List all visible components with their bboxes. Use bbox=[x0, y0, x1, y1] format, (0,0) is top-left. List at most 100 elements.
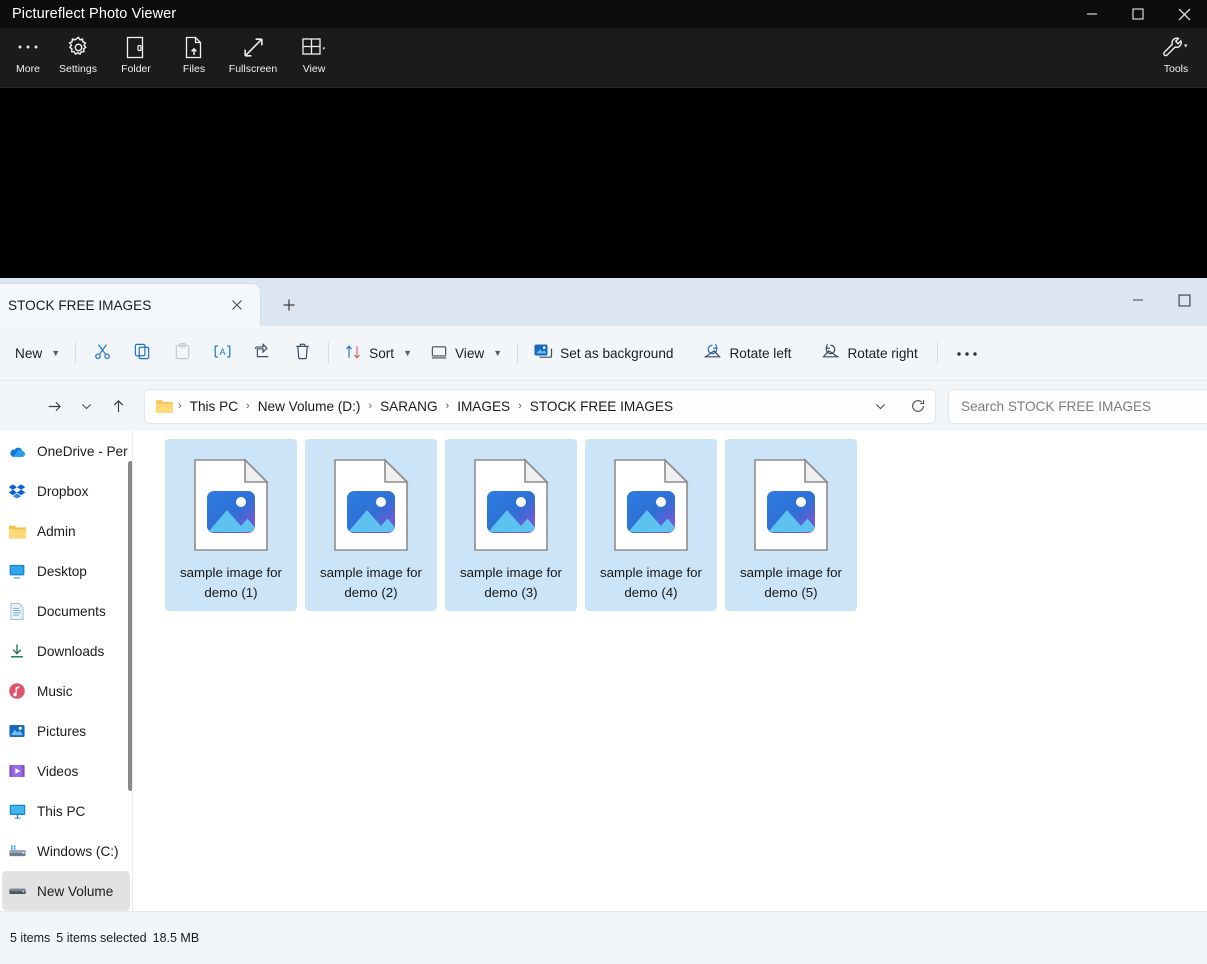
search-input[interactable] bbox=[961, 398, 1207, 414]
sidebar-item-music[interactable]: Music bbox=[2, 671, 130, 711]
view-icon bbox=[430, 343, 448, 364]
refresh-icon[interactable] bbox=[905, 393, 931, 419]
documents-icon bbox=[7, 601, 27, 621]
viewer-more-button[interactable]: More bbox=[0, 32, 56, 84]
search-box[interactable] bbox=[948, 388, 1207, 424]
breadcrumb-stock-free-images[interactable]: STOCK FREE IMAGES bbox=[524, 396, 679, 417]
explorer-navigation-pane[interactable]: OneDrive - Per Dropbox Admin Desktop Doc… bbox=[0, 431, 132, 911]
breadcrumb-separator: › bbox=[246, 400, 250, 412]
sidebar-item-this-pc[interactable]: This PC bbox=[2, 791, 130, 831]
breadcrumb-separator: › bbox=[178, 400, 182, 412]
breadcrumb-images[interactable]: IMAGES bbox=[451, 396, 516, 417]
chevron-down-icon: ▼ bbox=[403, 348, 412, 358]
viewer-settings-button[interactable]: Settings bbox=[50, 32, 106, 84]
set-as-background-button[interactable]: Set as background bbox=[524, 335, 682, 371]
paste-button[interactable] bbox=[162, 335, 202, 371]
viewer-folder-button[interactable]: Folder bbox=[108, 32, 164, 84]
rotate-right-label: Rotate right bbox=[847, 345, 918, 361]
sidebar-item-onedrive[interactable]: OneDrive - Per bbox=[2, 431, 130, 471]
paste-icon bbox=[173, 342, 192, 364]
cut-icon bbox=[93, 342, 112, 364]
photo-viewer-canvas[interactable] bbox=[0, 89, 1207, 278]
view-button[interactable]: View ▼ bbox=[421, 335, 511, 371]
photo-viewer-minimize-button[interactable] bbox=[1069, 0, 1115, 28]
sidebar-item-downloads[interactable]: Downloads bbox=[2, 631, 130, 671]
photo-viewer-close-button[interactable] bbox=[1161, 0, 1207, 28]
dropbox-icon bbox=[7, 481, 27, 501]
copy-button[interactable] bbox=[122, 335, 162, 371]
fullscreen-arrows-icon bbox=[241, 32, 266, 62]
explorer-maximize-button[interactable] bbox=[1161, 278, 1207, 322]
breadcrumb-bar[interactable]: › This PC › New Volume (D:) › SARANG › I… bbox=[144, 388, 936, 424]
music-icon bbox=[7, 681, 27, 701]
chevron-down-icon[interactable] bbox=[867, 393, 893, 419]
viewer-settings-label: Settings bbox=[59, 63, 97, 75]
viewer-tools-label: Tools bbox=[1163, 63, 1189, 75]
file-name: sample image for demo (2) bbox=[320, 565, 422, 600]
photo-viewer-toolbar: More Settings Folder Files Fullscreen Vi… bbox=[0, 28, 1207, 88]
recent-locations-button[interactable] bbox=[70, 390, 102, 422]
sidebar-item-label: Dropbox bbox=[37, 483, 89, 499]
breadcrumb-new-volume[interactable]: New Volume (D:) bbox=[252, 396, 367, 417]
sidebar-item-documents[interactable]: Documents bbox=[2, 591, 130, 631]
close-icon[interactable] bbox=[222, 290, 252, 320]
file-list-view[interactable]: sample image for demo (1) sample image f… bbox=[133, 431, 1207, 911]
viewer-view-button[interactable]: View bbox=[286, 32, 342, 84]
view-label: View bbox=[454, 345, 485, 361]
sidebar-item-label: Admin bbox=[37, 523, 76, 539]
sidebar-item-label: Documents bbox=[37, 603, 106, 619]
new-button[interactable]: New ▼ bbox=[6, 335, 69, 371]
cut-button[interactable] bbox=[82, 335, 122, 371]
set-as-background-icon bbox=[533, 342, 553, 365]
image-file-icon bbox=[465, 453, 557, 557]
divider bbox=[936, 342, 938, 364]
delete-button[interactable] bbox=[282, 335, 322, 371]
file-tile[interactable]: sample image for demo (4) bbox=[585, 439, 717, 611]
back-button[interactable] bbox=[6, 390, 38, 422]
new-tab-button[interactable] bbox=[272, 290, 306, 320]
up-button[interactable] bbox=[102, 390, 134, 422]
file-tile[interactable]: sample image for demo (1) bbox=[165, 439, 297, 611]
rename-button[interactable]: A bbox=[202, 335, 242, 371]
sort-button[interactable]: Sort ▼ bbox=[335, 335, 421, 371]
sidebar-item-videos[interactable]: Videos bbox=[2, 751, 130, 791]
rotate-right-button[interactable]: Rotate right bbox=[812, 335, 926, 371]
forward-button[interactable] bbox=[38, 390, 70, 422]
breadcrumb-separator: › bbox=[445, 400, 450, 412]
share-button[interactable] bbox=[242, 335, 282, 371]
viewer-files-button[interactable]: Files bbox=[166, 32, 222, 84]
explorer-address-bar: › This PC › New Volume (D:) › SARANG › I… bbox=[0, 381, 1207, 431]
sidebar-item-new-volume[interactable]: New Volume bbox=[2, 871, 130, 911]
sidebar-item-pictures[interactable]: Pictures bbox=[2, 711, 130, 751]
folder-icon bbox=[7, 521, 27, 541]
photo-viewer-window-controls bbox=[1069, 0, 1207, 28]
breadcrumb-sarang[interactable]: SARANG bbox=[374, 396, 443, 417]
viewer-fullscreen-button[interactable]: Fullscreen bbox=[222, 32, 284, 84]
sidebar-item-desktop[interactable]: Desktop bbox=[2, 551, 130, 591]
rotate-left-button[interactable]: Rotate left bbox=[694, 335, 800, 371]
viewer-tools-button[interactable]: Tools bbox=[1148, 32, 1204, 84]
explorer-tab-strip: STOCK FREE IMAGES bbox=[0, 278, 1207, 326]
overflow-menu-button[interactable] bbox=[944, 335, 990, 371]
divider bbox=[75, 342, 77, 364]
sidebar-item-dropbox[interactable]: Dropbox bbox=[2, 471, 130, 511]
viewer-more-label: More bbox=[16, 63, 40, 75]
sidebar-item-label: OneDrive - Per bbox=[37, 443, 128, 459]
tab-stock-free-images[interactable]: STOCK FREE IMAGES bbox=[0, 284, 260, 326]
sidebar-item-label: New Volume bbox=[37, 883, 114, 899]
photo-viewer-maximize-button[interactable] bbox=[1115, 0, 1161, 28]
status-selection: 5 items selected bbox=[56, 931, 147, 945]
copy-icon bbox=[133, 342, 152, 364]
breadcrumb-this-pc[interactable]: This PC bbox=[184, 396, 244, 417]
sidebar-item-label: This PC bbox=[37, 803, 86, 819]
rotate-left-icon bbox=[703, 342, 722, 364]
file-tile[interactable]: sample image for demo (3) bbox=[445, 439, 577, 611]
sidebar-item-admin[interactable]: Admin bbox=[2, 511, 130, 551]
sidebar-item-windows-c[interactable]: Windows (C:) bbox=[2, 831, 130, 871]
gear-icon bbox=[66, 32, 91, 62]
file-tile[interactable]: sample image for demo (2) bbox=[305, 439, 437, 611]
file-tile[interactable]: sample image for demo (5) bbox=[725, 439, 857, 611]
explorer-minimize-button[interactable] bbox=[1115, 278, 1161, 322]
pictures-icon bbox=[7, 721, 27, 741]
sort-label: Sort bbox=[369, 345, 395, 361]
